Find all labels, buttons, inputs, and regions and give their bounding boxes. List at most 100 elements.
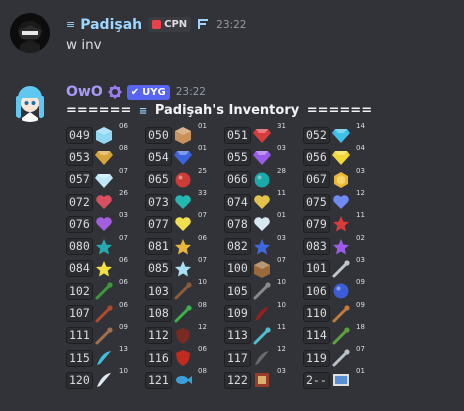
gold-heart-icon	[252, 192, 272, 212]
yellow-heart-icon	[173, 214, 193, 234]
scythe-icon	[252, 348, 272, 368]
item-count: 01	[198, 122, 207, 131]
server-tag[interactable]: CPN	[148, 17, 192, 32]
equals-badge-icon: ≡	[138, 106, 148, 117]
inventory-item: 057 07	[66, 166, 145, 190]
item-count: 11	[277, 189, 286, 198]
white-star-icon	[173, 259, 193, 279]
inventory-item: 080 07	[66, 233, 145, 257]
avatar-padisah[interactable]	[10, 13, 50, 53]
item-code: 050	[145, 126, 172, 144]
yellow-star-icon	[94, 259, 114, 279]
item-code: 108	[145, 305, 172, 323]
title-right-rule: ======	[306, 103, 373, 118]
item-count: 03	[277, 233, 286, 242]
wand-icon	[173, 281, 193, 301]
item-count: 12	[198, 322, 207, 331]
teal-sphere-icon	[252, 170, 272, 190]
equals-badge-icon: ≡	[66, 18, 76, 31]
message-header-owo: OwO ✔ UYG 23:22	[66, 84, 206, 100]
box-icon	[173, 125, 193, 145]
item-code: 082	[224, 238, 251, 256]
app-tag[interactable]: ✔ UYG	[126, 84, 170, 100]
teal-heart-icon	[173, 192, 193, 212]
item-code: 074	[224, 193, 251, 211]
topaz-gem-icon	[94, 147, 114, 167]
inventory-item: 108 08	[145, 301, 224, 324]
inventory-row: 120 10 121 08 122 03 2-- 01	[66, 367, 458, 391]
item-count: 06	[119, 255, 128, 264]
item-code: 115	[66, 349, 93, 367]
item-count: 06	[119, 122, 128, 131]
inventory-item: 072 26	[66, 189, 145, 212]
item-count: 09	[119, 322, 128, 331]
item-count: 07	[198, 211, 207, 220]
inventory-item: 122 03	[224, 367, 303, 390]
item-count: 07	[356, 345, 365, 354]
item-count: 28	[277, 166, 286, 175]
inventory-row: 080 07 081 06 082 03 083 02	[66, 233, 458, 257]
item-code: 067	[303, 171, 330, 189]
item-code: 075	[303, 193, 330, 211]
inventory-item: 079 11	[303, 211, 382, 234]
item-count: 07	[277, 255, 286, 264]
gold-coin-icon	[331, 170, 351, 190]
item-code: 122	[224, 371, 251, 389]
item-count: 10	[119, 367, 128, 376]
inventory-row: 102 06 103 10 105 10 106 09	[66, 278, 458, 302]
white-heart-icon	[252, 214, 272, 234]
inventory-item: 075 12	[303, 189, 382, 212]
amethyst-gem-icon	[252, 147, 272, 167]
inventory-owner: Padişah's Inventory	[154, 103, 300, 118]
item-code: 2--	[303, 371, 330, 389]
inventory-item: 054 01	[145, 144, 224, 167]
item-count: 07	[119, 233, 128, 242]
inventory-item: 106 09	[303, 278, 382, 301]
item-code: 065	[145, 171, 172, 189]
item-count: 03	[356, 166, 365, 175]
red-heart-icon	[94, 192, 114, 212]
item-count: 07	[119, 166, 128, 175]
item-code: 107	[66, 305, 93, 323]
avatar-owo[interactable]	[10, 82, 50, 122]
message-header: ≡ Padişah CPN 23:22	[66, 15, 246, 34]
item-count: 03	[119, 211, 128, 220]
blood-scythe-icon	[252, 304, 272, 324]
username-owo[interactable]: OwO	[66, 84, 103, 100]
item-count: 13	[119, 345, 128, 354]
item-count: 01	[277, 211, 286, 220]
inventory-item: 112 12	[145, 322, 224, 346]
username-padisah[interactable]: Padişah	[80, 17, 142, 33]
item-count: 31	[277, 122, 286, 131]
inventory-row: 084 06 085 07 100 07 101 03	[66, 255, 458, 280]
role-badge-icon	[107, 85, 122, 99]
inventory-item: 078 01	[224, 211, 303, 234]
item-code: 085	[145, 260, 172, 278]
item-count: 07	[198, 255, 207, 264]
item-code: 053	[66, 148, 93, 166]
item-code: 051	[224, 126, 251, 144]
item-code: 081	[145, 238, 172, 256]
inventory-item: 115 13	[66, 345, 145, 368]
diamond-gem-icon	[331, 125, 351, 145]
inventory-item: 050 01	[145, 122, 224, 145]
inventory-item: 102 06	[66, 278, 145, 301]
ice-cube-icon	[94, 125, 114, 145]
inventory-item: 100 07	[224, 255, 303, 279]
item-code: 111	[66, 327, 93, 345]
ruby-gem-icon	[252, 125, 272, 145]
inventory-item: 051 31	[224, 122, 303, 145]
teal-star-icon	[94, 237, 114, 257]
fire-staff-icon	[94, 304, 114, 324]
fish-icon	[173, 370, 193, 390]
inventory-item: 109 10	[224, 300, 303, 324]
item-count: 26	[119, 189, 128, 198]
item-count: 10	[277, 300, 286, 309]
item-code: 112	[145, 327, 172, 345]
red-shield-icon	[173, 348, 193, 368]
item-count: 06	[119, 278, 128, 287]
item-count: 01	[198, 144, 207, 153]
item-code: 113	[224, 327, 251, 345]
inventory-item: 119 07	[303, 345, 382, 368]
mace-icon	[252, 281, 272, 301]
